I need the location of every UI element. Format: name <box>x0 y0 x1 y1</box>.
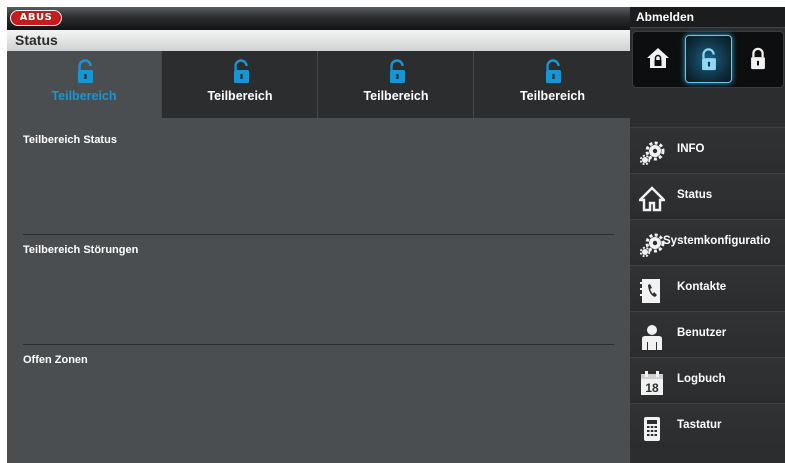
sidebar: Abmelden INFO Status Systemkonfiguratio … <box>630 7 785 463</box>
lock-open-icon <box>78 59 93 83</box>
app-frame: ABUS Status Teilbereich Teilbereich Teil… <box>7 7 785 463</box>
tab-label: Teilbereich <box>207 89 273 103</box>
tab-partition-4[interactable]: Teilbereich <box>475 51 630 118</box>
lock-open-icon <box>702 48 716 71</box>
menu-item-contacts[interactable]: Kontakte <box>630 265 785 311</box>
user-icon <box>642 325 662 350</box>
menu-label: Systemkonfiguratio <box>663 235 771 247</box>
tab-label: Teilbereich <box>51 89 117 103</box>
mode-button-home[interactable] <box>635 35 682 83</box>
tab-partition-3[interactable]: Teilbereich <box>319 51 474 118</box>
menu-label: Benutzer <box>677 327 727 339</box>
mode-button-arm[interactable] <box>735 35 782 83</box>
arming-mode-selector <box>632 31 784 88</box>
section-title-partition-faults: Teilbereich Störungen <box>23 244 139 256</box>
menu-item-logbook[interactable]: 18 Logbuch <box>630 357 785 403</box>
gears-icon <box>639 233 665 258</box>
tab-label: Teilbereich <box>363 89 429 103</box>
mode-button-disarm[interactable] <box>685 35 732 83</box>
menu-item-system-config[interactable]: Systemkonfiguratio <box>630 219 785 265</box>
section-title-open-zones: Offen Zonen <box>23 354 88 366</box>
lock-closed-icon <box>751 47 765 70</box>
page-title: Status <box>7 30 630 51</box>
top-bar: ABUS <box>7 7 630 30</box>
menu-label: Kontakte <box>677 281 727 293</box>
keypad-icon <box>644 417 660 441</box>
calendar-icon: 18 <box>641 371 663 395</box>
section-title-partition-status: Teilbereich Status <box>23 134 117 146</box>
phonebook-icon <box>640 279 660 303</box>
abus-logo: ABUS <box>10 10 62 26</box>
menu-label: Logbuch <box>677 373 726 385</box>
menu-item-users[interactable]: Benutzer <box>630 311 785 357</box>
logout-button[interactable]: Abmelden <box>630 7 785 28</box>
menu-item-info[interactable]: INFO <box>630 127 785 173</box>
svg-text:18: 18 <box>645 381 659 395</box>
divider <box>23 234 614 235</box>
menu-item-status[interactable]: Status <box>630 173 785 219</box>
lock-open-icon <box>234 59 249 83</box>
menu-label: Tastatur <box>677 419 722 431</box>
gears-icon <box>639 141 665 166</box>
menu-label: Status <box>677 189 713 201</box>
divider <box>23 344 614 345</box>
menu-label: INFO <box>677 143 705 155</box>
tab-partition-1[interactable]: Teilbereich <box>7 51 162 118</box>
lock-open-icon <box>546 59 561 83</box>
tab-label: Teilbereich <box>519 89 586 103</box>
house-icon <box>639 186 665 212</box>
house-lock-icon <box>647 48 669 68</box>
tab-partition-2[interactable]: Teilbereich <box>163 51 318 118</box>
menu-item-keypad[interactable]: Tastatur <box>630 403 785 449</box>
lock-open-icon <box>390 59 405 83</box>
partition-tabs: Teilbereich Teilbereich Teilbereich Teil… <box>7 51 630 118</box>
